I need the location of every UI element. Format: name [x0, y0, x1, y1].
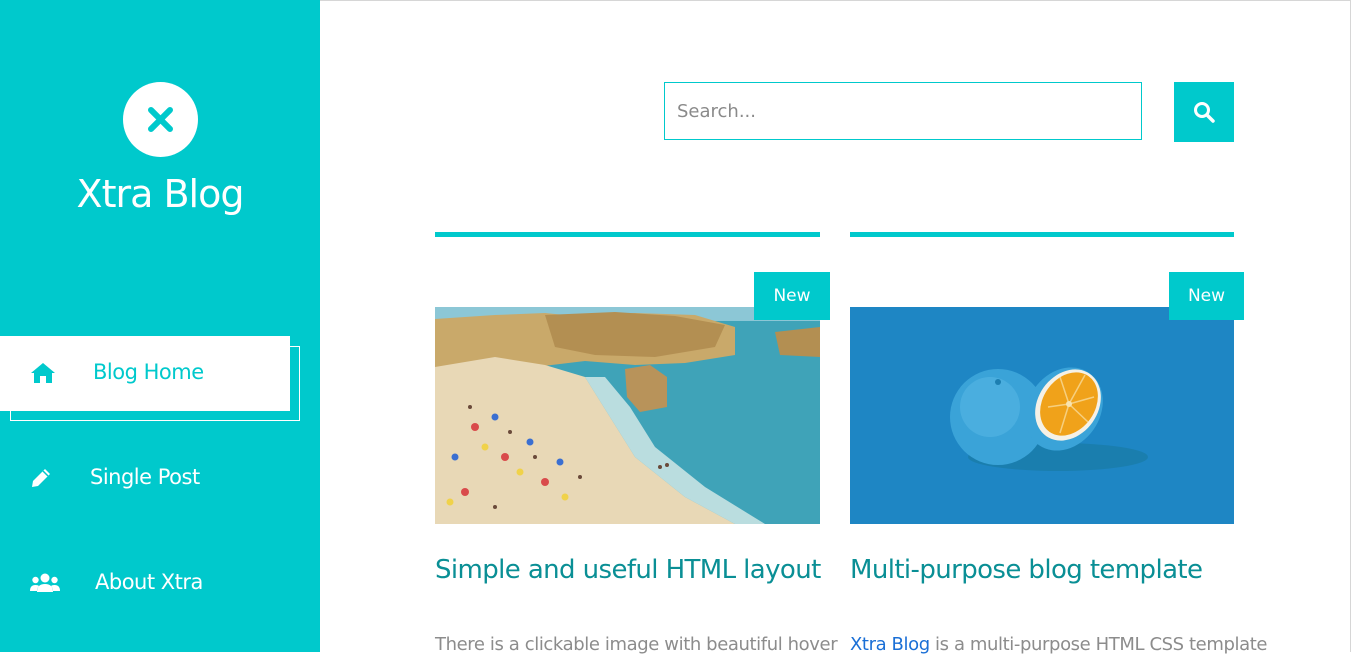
- top-border: [320, 0, 1351, 1]
- nav-label: About Xtra: [95, 570, 203, 594]
- nav-label: Blog Home: [93, 360, 204, 384]
- home-icon: [30, 362, 56, 389]
- search-icon: [1194, 102, 1215, 123]
- sidebar: Xtra Blog Blog Home Single Post About Xt…: [0, 0, 320, 652]
- post-image-beach[interactable]: [435, 307, 820, 524]
- post-image-orange[interactable]: [850, 307, 1234, 524]
- post-divider: [850, 232, 1234, 237]
- post-title[interactable]: Multi-purpose blog template: [850, 555, 1203, 585]
- new-badge: New: [1169, 272, 1244, 320]
- nav-label: Single Post: [90, 465, 200, 489]
- users-icon: [30, 572, 60, 599]
- new-badge: New: [754, 272, 830, 320]
- post-divider: [435, 232, 820, 237]
- logo[interactable]: [123, 82, 198, 157]
- search-input[interactable]: [664, 82, 1142, 140]
- close-x-icon: [148, 107, 173, 132]
- nav-item-about[interactable]: About Xtra: [0, 546, 290, 621]
- pencil-icon: [30, 467, 52, 494]
- post-title[interactable]: Simple and useful HTML layout: [435, 555, 821, 585]
- nav-item-blog-home[interactable]: Blog Home: [0, 336, 290, 411]
- search-button[interactable]: [1174, 82, 1234, 142]
- nav-item-single-post[interactable]: Single Post: [0, 441, 290, 516]
- brand-title[interactable]: Xtra Blog: [0, 172, 320, 216]
